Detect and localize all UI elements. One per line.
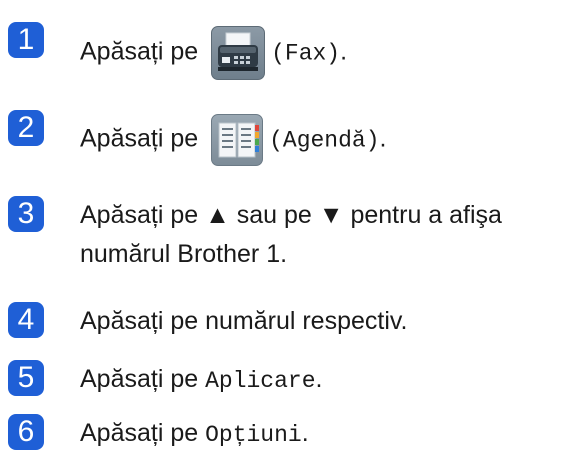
step-number: 2 (8, 110, 44, 146)
step-text: Apăsați pe Aplicare. (80, 364, 322, 396)
step-number: 5 (8, 360, 44, 396)
step-text: Apăsați pe Opțiuni. (80, 418, 309, 450)
fax-label: (Fax) (271, 40, 341, 67)
step-text-line-2: numărul Brother 1. (80, 240, 288, 268)
address-book-icon (211, 114, 264, 166)
step-5: 5 Apăsați pe Aplicare. (0, 358, 579, 402)
step-suffix: . (315, 365, 323, 393)
step-1: 1 Apăsați pe (Fax). (0, 14, 579, 80)
step-suffix: . (301, 419, 309, 447)
step-number: 3 (8, 196, 44, 232)
step-text-line-1: Apăsați pe ▲ sau pe ▼ pentru a afişa (80, 201, 502, 229)
step-6: 6 Apăsați pe Opțiuni. (0, 412, 579, 456)
step-number: 1 (8, 22, 44, 58)
step-prefix: Apăsați pe (80, 419, 206, 447)
step-text: Apăsați pe (Agendă). (80, 114, 386, 166)
step-text: Apăsați pe (Fax). (80, 26, 347, 80)
fax-icon (211, 26, 266, 80)
step-3: 3 Apăsați pe ▲ sau pe ▼ pentru a afişa n… (0, 194, 579, 274)
step-number: 4 (8, 302, 44, 338)
step-number: 6 (8, 414, 44, 450)
address-book-label: (Agendă) (269, 127, 380, 154)
apply-label: Aplicare (205, 368, 316, 394)
options-label: Opțiuni (205, 422, 302, 448)
step-suffix: . (340, 37, 348, 66)
step-2: 2 Apăsați pe (Agendă). (0, 100, 579, 166)
step-suffix: . (379, 124, 387, 153)
step-prefix: Apăsați pe (80, 365, 206, 393)
step-text: Apăsați pe numărul respectiv. (80, 307, 408, 335)
step-4: 4 Apăsați pe numărul respectiv. (0, 300, 579, 344)
step-prefix: Apăsați pe (80, 124, 206, 153)
step-prefix: Apăsați pe (80, 37, 206, 66)
